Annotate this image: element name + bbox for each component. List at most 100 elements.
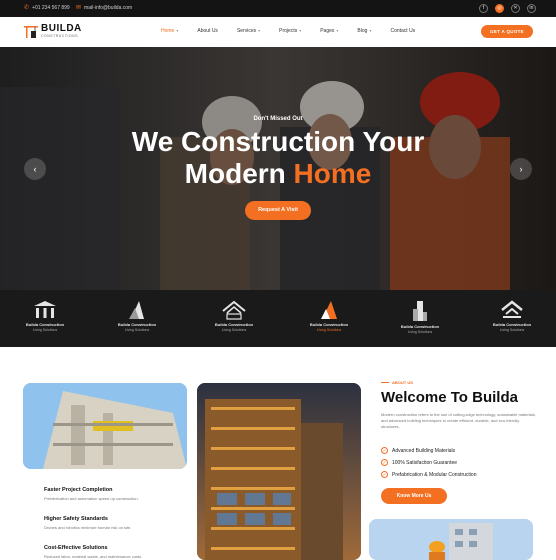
- phone-icon: ✆: [24, 5, 30, 11]
- chevron-right-icon: ›: [519, 164, 523, 174]
- hero-title: We Construction Your Modern Home: [0, 126, 556, 190]
- site-header: BUILDA CONSTRUCTIONS Home ▾ About Us Serv…: [0, 17, 556, 47]
- feature-desc: Prefabrication and automation speed up c…: [44, 496, 139, 501]
- feature-title: Faster Project Completion: [44, 487, 113, 493]
- know-more-button[interactable]: Know More Us: [381, 488, 447, 504]
- chevron-down-icon: ▾: [176, 28, 179, 33]
- tower-construction-illustration: [197, 383, 361, 560]
- nav-label: Contact Us: [390, 28, 416, 34]
- hero-title-line2: Modern Home: [0, 158, 556, 190]
- nav-label: Home: [161, 28, 175, 34]
- nav-item-blog[interactable]: Blog ▾: [357, 28, 371, 34]
- nav-label: Blog: [357, 28, 368, 34]
- flame-tower-icon: [321, 301, 337, 319]
- building-illustration: [23, 383, 187, 469]
- site-logo[interactable]: BUILDA CONSTRUCTIONS: [24, 23, 82, 39]
- skyscraper-icon: [413, 301, 427, 321]
- partner-name: Builda Construction: [309, 322, 349, 327]
- columns-icon: [34, 301, 56, 318]
- check-label: Prefabrication & Modular Construction: [392, 471, 477, 478]
- feature-title: Higher Safety Standards: [44, 516, 108, 522]
- partner-sub: Living Solutions: [316, 328, 342, 332]
- nav-label: Projects: [279, 28, 298, 34]
- instagram-icon[interactable]: ◎: [495, 4, 504, 13]
- get-quote-button[interactable]: GET A QUOTE: [481, 25, 533, 38]
- hero-title-plain: Modern: [184, 158, 294, 189]
- check-circle-icon: ✓: [381, 459, 388, 466]
- nav-item-projects[interactable]: Projects ▾: [279, 28, 301, 34]
- chevron-down-icon: ▾: [369, 28, 372, 33]
- feature-desc: Reduced labor, material waste, and maint…: [44, 554, 143, 559]
- check-label: Advanced Building Materials: [392, 447, 456, 454]
- nav-item-pages[interactable]: Pages ▾: [320, 28, 338, 34]
- partner-logos-strip: Builda Construction Living Solutions Bui…: [0, 290, 556, 347]
- nav-label: Services: [236, 28, 257, 34]
- chevron-down-icon: ▾: [336, 28, 339, 33]
- next-slide-button[interactable]: ›: [510, 158, 532, 180]
- main-nav: Home ▾ About Us Services ▾ Projects ▾ Pages…: [161, 28, 434, 34]
- email-address: mail-info@builda.com: [84, 5, 133, 11]
- check-item: ✓ Prefabrication & Modular Construction: [381, 471, 477, 478]
- phone-contact[interactable]: ✆ +01 234 567 899: [24, 5, 70, 11]
- section-tag-label: ABOUT US: [392, 380, 413, 385]
- phone-number: +01 234 567 899: [32, 5, 70, 11]
- hero-slider: Don't Missed Out We Construction Your Mo…: [0, 47, 556, 290]
- partner-name: Builda Construction: [400, 324, 440, 329]
- chevron-down-icon: ▾: [258, 28, 261, 33]
- check-circle-icon: ✓: [381, 471, 388, 478]
- nav-label: About Us: [197, 28, 218, 34]
- feature-desc: Drones and robotics minimize human risk …: [44, 525, 132, 530]
- check-circle-icon: ✓: [381, 447, 388, 454]
- building-photo-3: [369, 519, 533, 560]
- crane-logo-icon: [24, 26, 38, 38]
- house-roof-icon: [222, 300, 246, 320]
- hero-title-line1: We Construction Your: [131, 126, 425, 157]
- nav-item-about[interactable]: About Us: [197, 28, 218, 34]
- worker-photo-illustration: [369, 519, 533, 560]
- partner-name: Builda Construction: [25, 322, 65, 327]
- top-bar: ✆ +01 234 567 899 ✉ mail-info@builda.com…: [0, 0, 556, 17]
- partner-logo[interactable]: Builda Construction Living Solutions: [482, 300, 542, 332]
- partner-logo[interactable]: Builda Construction Living Solutions: [390, 300, 450, 334]
- partner-sub: Living Solutions: [124, 328, 150, 332]
- partner-sub: Living Solutions: [407, 330, 433, 334]
- partner-logo[interactable]: Builda Construction Living Solutions: [107, 300, 167, 332]
- twitter-icon[interactable]: ✕: [511, 4, 520, 13]
- about-description: Modern construction refers to the use of…: [381, 412, 536, 429]
- nav-item-contact[interactable]: Contact Us: [390, 28, 415, 34]
- hero-kicker: Don't Missed Out: [253, 116, 303, 122]
- partner-logo[interactable]: Builda Construction Living Solutions: [299, 300, 359, 332]
- roof-lines-icon: [501, 300, 523, 318]
- partner-sub: Living Solutions: [499, 328, 525, 332]
- about-title: Welcome To Builda: [381, 389, 518, 406]
- mail-icon: ✉: [76, 5, 82, 11]
- facebook-icon[interactable]: f: [479, 4, 488, 13]
- brand-tagline: CONSTRUCTIONS: [41, 34, 79, 38]
- partner-name: Builda Construction: [117, 322, 157, 327]
- request-visit-button[interactable]: Request A Visit: [245, 201, 311, 220]
- section-tag: ABOUT US: [381, 380, 413, 385]
- social-links: f ◎ ✕ in: [479, 4, 536, 13]
- check-item: ✓ 100% Satisfaction Guarantee: [381, 459, 457, 466]
- tower-icon: [129, 301, 144, 319]
- feature-title: Cost-Effective Solutions: [44, 545, 108, 551]
- nav-item-home[interactable]: Home ▾: [161, 28, 178, 34]
- hero-title-highlight: Home: [293, 158, 372, 189]
- partner-sub: Living Solutions: [221, 328, 247, 332]
- tag-line-divider: [381, 382, 389, 383]
- partner-sub: Living Solutions: [32, 328, 58, 332]
- brand-name: BUILDA: [41, 23, 82, 34]
- building-photo-2: [197, 383, 361, 560]
- check-item: ✓ Advanced Building Materials: [381, 447, 455, 454]
- partner-name: Builda Construction: [492, 322, 532, 327]
- chevron-down-icon: ▾: [299, 28, 302, 33]
- linkedin-icon[interactable]: in: [527, 4, 536, 13]
- partner-name: Builda Construction: [214, 322, 254, 327]
- building-photo-1: [23, 383, 187, 469]
- partner-logo[interactable]: Builda Construction Living Solutions: [204, 300, 264, 332]
- email-contact[interactable]: ✉ mail-info@builda.com: [76, 5, 132, 11]
- partner-logo[interactable]: Builda Construction Living Solutions: [15, 300, 75, 332]
- prev-slide-button[interactable]: ‹: [24, 158, 46, 180]
- check-label: 100% Satisfaction Guarantee: [392, 459, 458, 466]
- nav-item-services[interactable]: Services ▾: [237, 28, 260, 34]
